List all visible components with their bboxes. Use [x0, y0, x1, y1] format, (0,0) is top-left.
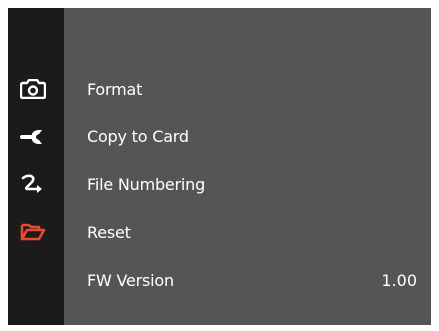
- menu-item-file-numbering[interactable]: File Numbering: [65, 169, 431, 201]
- fw-version-value: 1.00: [381, 271, 417, 290]
- menu-item-label: Copy to Card: [87, 127, 189, 146]
- menu-item-copy-to-card[interactable]: Copy to Card: [65, 121, 431, 153]
- menu-item-label: Reset: [87, 223, 131, 242]
- settings-screen: Format Copy to Card File Numbering Reset…: [8, 8, 431, 325]
- menu-item-label: FW Version: [87, 271, 174, 290]
- tab-sidebar: [8, 8, 64, 325]
- menu-item-fw-version[interactable]: FW Version 1.00: [65, 265, 431, 297]
- menu-item-label: File Numbering: [87, 175, 206, 194]
- menu-item-reset[interactable]: Reset: [65, 217, 431, 249]
- menu-item-label: Format: [87, 80, 143, 99]
- camera-icon[interactable]: [20, 79, 46, 99]
- menu-item-format[interactable]: Format: [65, 74, 431, 106]
- arrow-route-icon[interactable]: [20, 174, 46, 194]
- wrench-icon[interactable]: [20, 127, 46, 147]
- folder-icon[interactable]: [20, 222, 46, 242]
